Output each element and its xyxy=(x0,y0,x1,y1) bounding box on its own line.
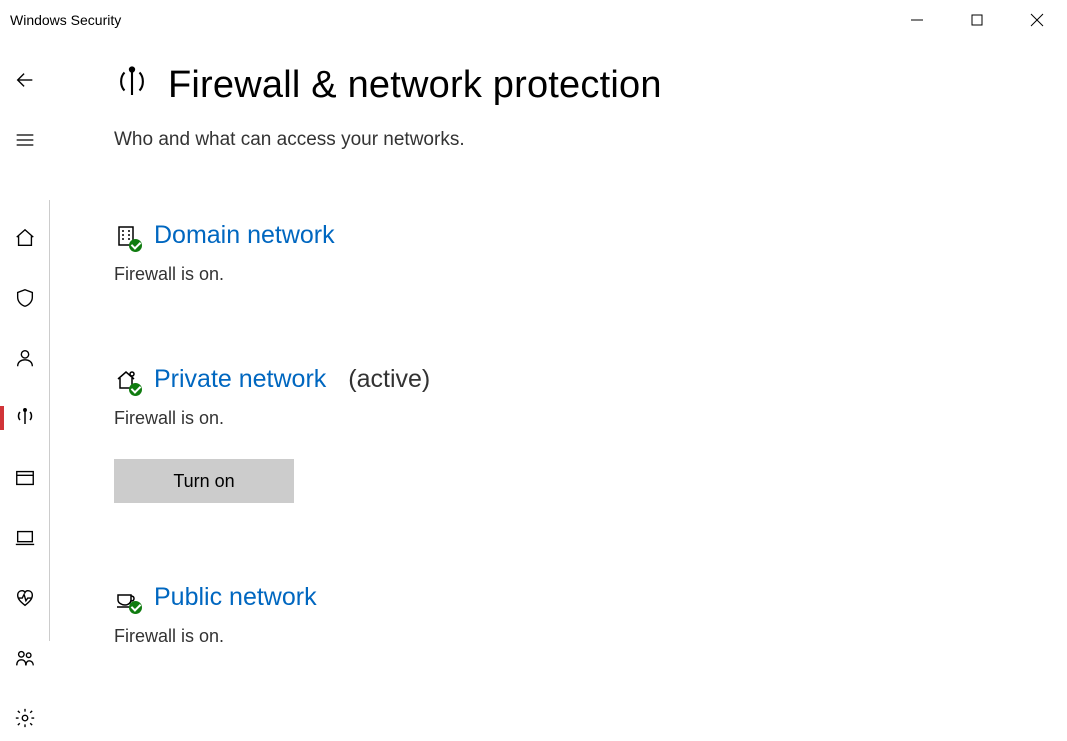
menu-button[interactable] xyxy=(0,124,50,156)
house-icon xyxy=(114,368,138,392)
page-header: Firewall & network protection xyxy=(114,64,1027,107)
page-subtitle: Who and what can access your networks. xyxy=(114,129,1027,151)
status-ok-badge xyxy=(129,239,142,252)
nav-virus-protection[interactable] xyxy=(0,282,50,314)
cafe-icon xyxy=(114,586,138,610)
public-network-link[interactable]: Public network xyxy=(154,583,317,612)
public-network-section: Public network Firewall is on. xyxy=(114,583,1027,647)
status-ok-badge xyxy=(129,383,142,396)
nav-family-options[interactable] xyxy=(0,642,50,674)
building-icon xyxy=(114,224,138,248)
domain-network-header[interactable]: Domain network xyxy=(114,221,1027,250)
minimize-button[interactable] xyxy=(887,0,947,40)
public-network-status: Firewall is on. xyxy=(114,626,1027,647)
nav-account-protection[interactable] xyxy=(0,342,50,374)
private-network-header[interactable]: Private network (active) xyxy=(114,365,1027,394)
back-button[interactable] xyxy=(0,64,50,96)
maximize-button[interactable] xyxy=(947,0,1007,40)
page-title: Firewall & network protection xyxy=(168,64,662,107)
nav-device-security[interactable] xyxy=(0,522,50,554)
titlebar: Windows Security xyxy=(0,0,1067,40)
turn-on-button[interactable]: Turn on xyxy=(114,459,294,503)
domain-network-status: Firewall is on. xyxy=(114,264,1027,285)
public-network-header[interactable]: Public network xyxy=(114,583,1027,612)
main-content: Firewall & network protection Who and wh… xyxy=(50,40,1067,741)
domain-network-link[interactable]: Domain network xyxy=(154,221,335,250)
nav-firewall[interactable] xyxy=(0,402,50,434)
sidebar xyxy=(0,40,50,741)
domain-network-section: Domain network Firewall is on. xyxy=(114,221,1027,285)
private-network-section: Private network (active) Firewall is on.… xyxy=(114,365,1027,503)
firewall-icon xyxy=(114,65,150,106)
nav-device-performance[interactable] xyxy=(0,582,50,614)
close-button[interactable] xyxy=(1007,0,1067,40)
window-title: Windows Security xyxy=(10,12,121,28)
private-network-status: Firewall is on. xyxy=(114,408,1027,429)
nav-home[interactable] xyxy=(0,222,50,254)
nav-settings[interactable] xyxy=(0,702,50,734)
status-ok-badge xyxy=(129,601,142,614)
private-network-active-label: (active) xyxy=(348,365,430,394)
private-network-link[interactable]: Private network xyxy=(154,365,326,394)
nav-app-browser-control[interactable] xyxy=(0,462,50,494)
